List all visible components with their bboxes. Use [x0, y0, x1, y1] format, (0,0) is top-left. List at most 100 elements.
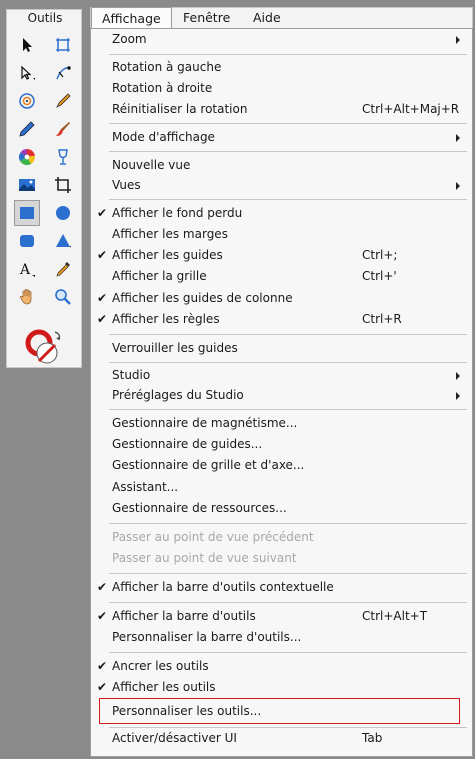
direct-selection-icon[interactable] [14, 60, 40, 86]
menu-item-afficher-outils[interactable]: ✔ Afficher les outils [91, 677, 472, 698]
menu-item-shortcut: Ctrl+; [362, 248, 398, 262]
menu-item-label: Personnaliser la barre d'outils... [112, 630, 302, 644]
menu-item-afficher-barre-outils[interactable]: ✔ Afficher la barre d'outils Ctrl+Alt+T [91, 606, 472, 627]
target-selection-icon[interactable] [14, 88, 40, 114]
ellipse-icon[interactable] [50, 200, 76, 226]
menu-item-mode-affichage[interactable]: Mode d'affichage [91, 127, 472, 148]
menu-item-rotation-droite[interactable]: Rotation à droite [91, 78, 472, 99]
tools-panel: Outils A [6, 9, 82, 368]
menu-item-afficher-guides-colonne[interactable]: ✔ Afficher les guides de colonne [91, 288, 472, 309]
menu-item-shortcut: Ctrl+Alt+T [362, 609, 428, 623]
affichage-dropdown-menu: Zoom Rotation à gauche Rotation à droite… [90, 28, 473, 757]
color-wheel-icon[interactable] [14, 144, 40, 170]
submenu-arrow-icon [456, 36, 460, 44]
menu-item-label: Rotation à droite [112, 81, 213, 95]
menu-item-label: Afficher les outils [112, 680, 216, 694]
menu-separator [109, 334, 467, 335]
submenu-arrow-icon [456, 182, 460, 190]
checkmark-icon: ✔ [97, 580, 108, 594]
menu-item-label: Passer au point de vue suivant [112, 551, 297, 565]
submenu-arrow-icon [456, 372, 460, 380]
menu-item-label: Vues [112, 178, 141, 192]
menu-item-label: Afficher la barre d'outils [112, 609, 256, 623]
text-tool-icon[interactable]: A [14, 256, 40, 282]
menu-separator [109, 54, 467, 55]
svg-text:A: A [19, 262, 31, 278]
rectangle-icon[interactable] [14, 200, 40, 226]
checkmark-icon: ✔ [97, 206, 108, 220]
checkmark-icon: ✔ [97, 248, 108, 262]
curve-pen-icon[interactable] [50, 60, 76, 86]
menu-item-label: Afficher les règles [112, 312, 220, 326]
menu-item-label: Nouvelle vue [112, 158, 191, 172]
menu-item-label: Afficher le fond perdu [112, 206, 243, 220]
menu-item-studio[interactable]: Studio [91, 365, 472, 386]
image-placeholder-icon[interactable] [14, 172, 40, 198]
menu-item-label: Gestionnaire de magnétisme... [112, 416, 298, 430]
rounded-rectangle-icon[interactable] [14, 228, 40, 254]
menu-item-label: Afficher les marges [112, 227, 228, 241]
hand-pan-icon[interactable] [14, 284, 40, 310]
menu-item-label: Studio [112, 368, 151, 382]
checkmark-icon: ✔ [97, 312, 108, 326]
menu-item-afficher-guides[interactable]: ✔ Afficher les guides Ctrl+; [91, 245, 472, 266]
menu-separator [109, 573, 467, 574]
menu-item-label: Passer au point de vue précédent [112, 530, 314, 544]
menu-item-label: Zoom [112, 32, 147, 46]
menu-separator [109, 409, 467, 410]
menu-item-label: Rotation à gauche [112, 60, 222, 74]
menu-bar: Affichage Fenêtre Aide [90, 7, 473, 29]
pencil-icon[interactable] [14, 116, 40, 142]
checkmark-icon: ✔ [97, 291, 108, 305]
goblet-fill-icon[interactable] [50, 144, 76, 170]
menu-item-vues[interactable]: Vues [91, 175, 472, 196]
menu-item-zoom[interactable]: Zoom [91, 29, 472, 50]
menu-item-nouvelle-vue[interactable]: Nouvelle vue [91, 155, 472, 176]
tools-panel-title: Outils [27, 11, 63, 25]
menu-item-gestionnaire-guides[interactable]: Gestionnaire de guides... [91, 434, 472, 455]
menu-item-gestionnaire-ressources[interactable]: Gestionnaire de ressources... [91, 498, 472, 519]
menu-item-label: Gestionnaire de grille et d'axe... [112, 458, 305, 472]
frame-selection-icon[interactable] [50, 32, 76, 58]
menu-item-afficher-marges[interactable]: Afficher les marges [91, 224, 472, 245]
menu-separator [109, 151, 467, 152]
menu-separator [109, 523, 467, 524]
menu-item-afficher-grille[interactable]: Afficher la grille Ctrl+' [91, 266, 472, 287]
menu-item-label: Gestionnaire de guides... [112, 437, 263, 451]
menu-item-shortcut: Tab [362, 731, 383, 745]
menu-item-personnaliser-outils[interactable]: Personnaliser les outils... [99, 698, 460, 724]
menu-item-label: Réinitialiser la rotation [112, 102, 248, 116]
menu-item-barre-outils-contextuelle[interactable]: ✔ Afficher la barre d'outils contextuell… [91, 577, 472, 598]
brush-icon[interactable] [50, 116, 76, 142]
menu-item-label: Mode d'affichage [112, 130, 215, 144]
zoom-magnifier-icon[interactable] [50, 284, 76, 310]
triangle-icon[interactable] [50, 228, 76, 254]
checkmark-icon: ✔ [97, 659, 108, 673]
menu-item-gestionnaire-magnetisme[interactable]: Gestionnaire de magnétisme... [91, 413, 472, 434]
fill-stroke-swatch[interactable] [25, 328, 65, 368]
menu-item-rotation-gauche[interactable]: Rotation à gauche [91, 57, 472, 78]
menu-item-activer-desactiver-ui[interactable]: Activer/désactiver UI Tab [91, 728, 472, 749]
color-picker-icon[interactable] [50, 256, 76, 282]
menu-item-verrouiller-guides[interactable]: Verrouiller les guides [91, 338, 472, 359]
menu-item-label: Verrouiller les guides [112, 341, 238, 355]
menu-separator [109, 199, 467, 200]
menu-affichage[interactable]: Affichage [91, 7, 172, 28]
menu-item-reinitialiser-rotation[interactable]: Réinitialiser la rotation Ctrl+Alt+Maj+R [91, 99, 472, 120]
checkmark-icon: ✔ [97, 609, 108, 623]
menu-item-personnaliser-barre-outils[interactable]: Personnaliser la barre d'outils... [91, 627, 472, 648]
checkmark-icon: ✔ [97, 680, 108, 694]
selection-arrow-icon[interactable] [14, 32, 40, 58]
menu-fenetre[interactable]: Fenêtre [173, 8, 240, 28]
menu-item-assistant[interactable]: Assistant... [91, 477, 472, 498]
crop-icon[interactable] [50, 172, 76, 198]
pen-nib-icon[interactable] [50, 88, 76, 114]
menu-item-label: Afficher les guides [112, 248, 223, 262]
menu-item-label: Afficher la barre d'outils contextuelle [112, 580, 334, 594]
menu-item-gestionnaire-grille-axe[interactable]: Gestionnaire de grille et d'axe... [91, 455, 472, 476]
menu-item-preglages-studio[interactable]: Préréglages du Studio [91, 385, 472, 406]
menu-item-afficher-fond-perdu[interactable]: ✔ Afficher le fond perdu [91, 203, 472, 224]
menu-item-ancrer-outils[interactable]: ✔ Ancrer les outils [91, 656, 472, 677]
menu-aide[interactable]: Aide [243, 8, 291, 28]
menu-item-afficher-regles[interactable]: ✔ Afficher les règles Ctrl+R [91, 309, 472, 330]
